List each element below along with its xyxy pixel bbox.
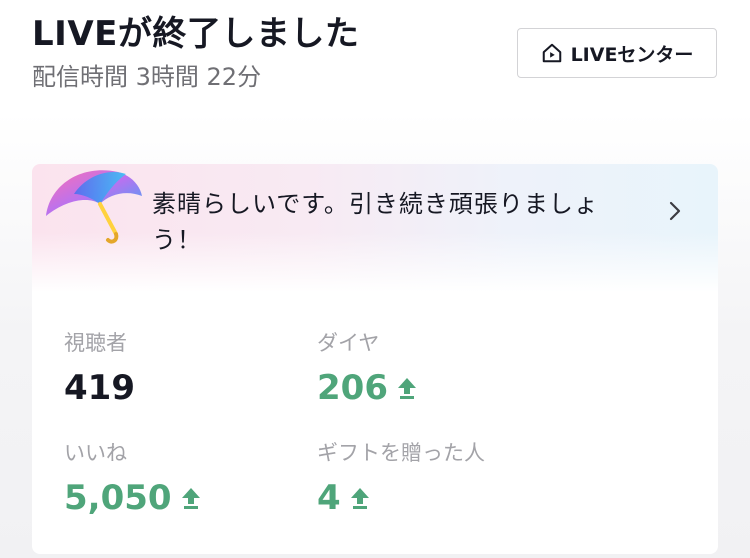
chevron-right-icon[interactable] [666,198,684,224]
live-center-label: LIVEセンター [570,43,694,66]
stat-likes: いいね 5,050 [64,440,202,518]
live-summary-card: 素晴らしいです。引き続き頑張りましょう！ 視聴者 419 ダイヤ 206 いいね… [32,164,718,554]
stat-viewers: 視聴者 419 [64,330,135,408]
arrow-up-icon [180,486,202,510]
stat-label: 視聴者 [64,331,127,355]
arrow-up-icon [396,376,418,400]
stat-value: 4 [317,478,341,518]
header: LIVEが終了しました 配信時間 3時間 22分 [32,12,359,92]
encouragement-message: 素晴らしいです。引き続き頑張りましょう！ [152,190,599,254]
stat-value: 419 [64,368,135,408]
stream-duration: 配信時間 3時間 22分 [32,63,262,91]
stat-diamonds: ダイヤ 206 [317,330,418,408]
stat-label: ダイヤ [317,331,380,355]
stat-label: ギフトを贈った人 [317,441,485,465]
page-title: LIVEが終了しました [32,14,360,54]
stat-gifters: ギフトを贈った人 4 [317,440,485,518]
stat-value: 206 [317,368,388,408]
encouragement-banner[interactable]: 素晴らしいです。引き続き頑張りましょう！ [32,164,718,292]
stat-label: いいね [64,441,127,465]
umbrella-icon [46,170,142,244]
live-center-button[interactable]: LIVEセンター [517,28,717,78]
stat-value: 5,050 [64,478,172,518]
arrow-up-icon [349,486,371,510]
home-play-icon [541,42,563,64]
